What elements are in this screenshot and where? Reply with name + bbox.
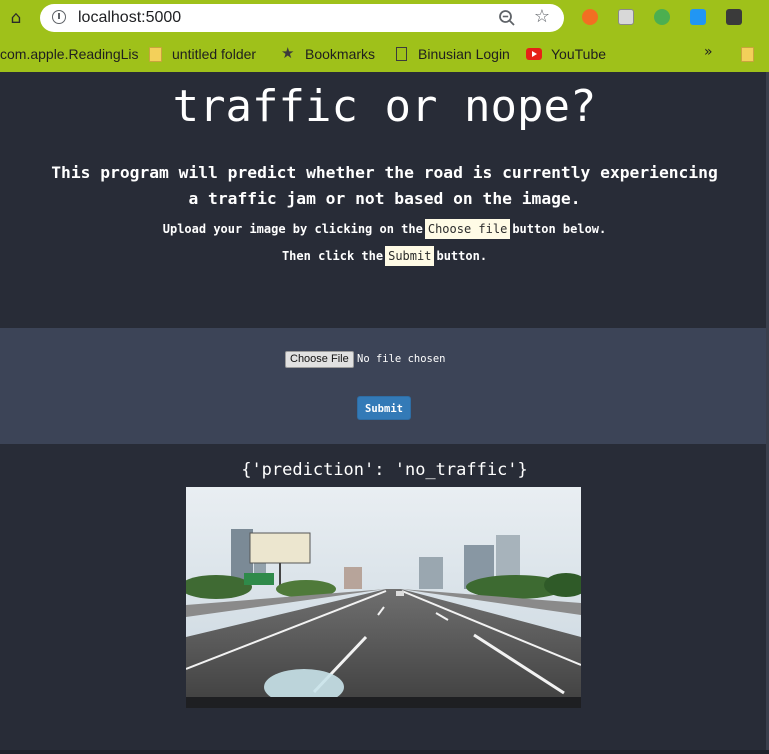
extension-image-icon[interactable] [618, 9, 634, 25]
prediction-result: {'prediction': 'no_traffic'} [241, 460, 528, 480]
bookmark-star-icon[interactable]: ☆ [534, 7, 550, 27]
url-text[interactable]: localhost:5000 [78, 9, 181, 27]
home-icon[interactable]: ⌂ [6, 8, 26, 28]
folder-icon [149, 47, 162, 62]
extension-smile-icon[interactable] [654, 9, 670, 25]
window-bottom-border [0, 750, 769, 754]
page-description: This program will predict whether the ro… [20, 160, 749, 212]
bookmark-untitled-folder[interactable]: untitled folder [172, 45, 256, 63]
zoom-out-icon[interactable] [498, 9, 516, 27]
submit-button[interactable]: Submit [357, 396, 411, 420]
page-title: traffic or nope? [172, 81, 597, 132]
upload-form: Choose File No file chosen Submit [0, 328, 769, 444]
bookmark-bookmarks[interactable]: Bookmarks [305, 45, 375, 63]
instruction-2-suffix: button. [436, 249, 488, 263]
bookmark-reading-list[interactable]: com.apple.ReadingLis [0, 45, 139, 63]
description-line-1: This program will predict whether the ro… [51, 163, 718, 182]
description-line-2: a traffic jam or not based on the image. [188, 189, 581, 208]
bookmark-youtube[interactable]: YouTube [551, 45, 606, 63]
instruction-1-prefix: Upload your image by clicking on the [162, 222, 423, 236]
site-info-icon[interactable] [52, 10, 66, 24]
youtube-icon [526, 48, 542, 60]
instruction-1-suffix: button below. [512, 222, 607, 236]
extension-flame-icon[interactable] [582, 9, 598, 25]
bookmark-binusian-login[interactable]: Binusian Login [418, 45, 510, 63]
address-bar[interactable]: localhost:5000 ☆ [40, 4, 564, 32]
submit-chip: Submit [385, 246, 435, 266]
choose-file-button[interactable]: Choose File [285, 351, 354, 368]
bookmarks-bar: com.apple.ReadingLis untitled folder ★ B… [0, 36, 769, 72]
other-bookmarks-folder-icon[interactable] [741, 47, 754, 62]
uploaded-road-photo [186, 487, 581, 708]
browser-toolbar: ⌂ localhost:5000 ☆ [0, 0, 769, 36]
page-icon [396, 47, 407, 61]
file-status: No file chosen [357, 353, 446, 365]
choose-file-chip: Choose file [424, 219, 511, 239]
submit-instruction: Then click the Submit button. [0, 246, 769, 266]
upload-instruction: Upload your image by clicking on the Choo… [0, 219, 769, 239]
extension-save-icon[interactable] [726, 9, 742, 25]
star-icon: ★ [281, 44, 295, 62]
instruction-2-prefix: Then click the [281, 249, 384, 263]
bookmarks-overflow-button[interactable]: » [704, 44, 713, 60]
extension-download-icon[interactable] [690, 9, 706, 25]
